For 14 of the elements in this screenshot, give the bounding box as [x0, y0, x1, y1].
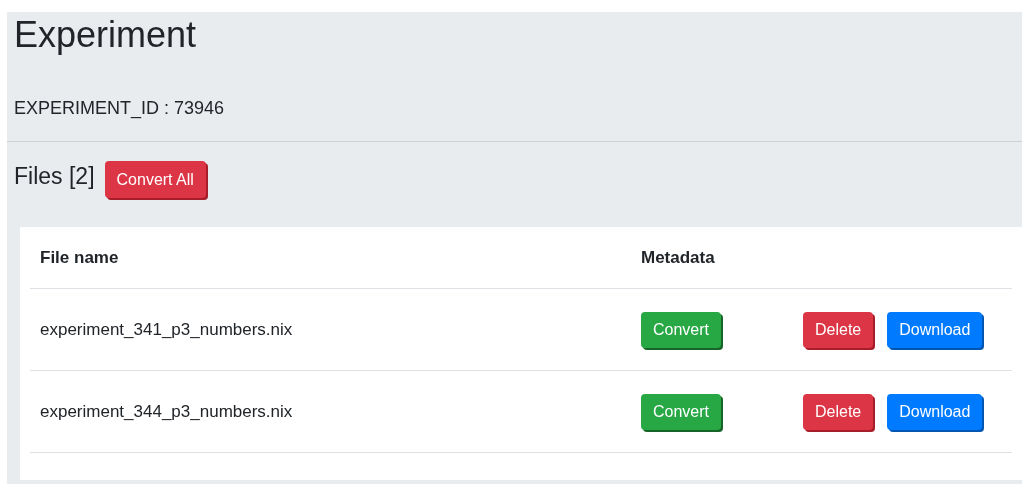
column-header: File name: [40, 247, 119, 267]
download-button[interactable]: Download: [887, 393, 983, 430]
file-name: experiment_341_p3_numbers.nix: [40, 319, 293, 339]
delete-button[interactable]: Delete: [803, 311, 874, 348]
convert-button[interactable]: Convert: [641, 311, 722, 348]
column-header: Metadata: [641, 247, 715, 267]
convert-all-button[interactable]: Convert All: [104, 161, 206, 198]
download-button[interactable]: Download: [887, 311, 983, 348]
experiment-id: EXPERIMENT_ID : 73946: [14, 97, 225, 119]
page-title: Experiment: [14, 13, 197, 57]
file-name: experiment_344_p3_numbers.nix: [40, 401, 293, 421]
convert-button[interactable]: Convert: [641, 393, 722, 430]
delete-button[interactable]: Delete: [803, 393, 874, 430]
files-heading: Files [2]: [14, 161, 95, 190]
